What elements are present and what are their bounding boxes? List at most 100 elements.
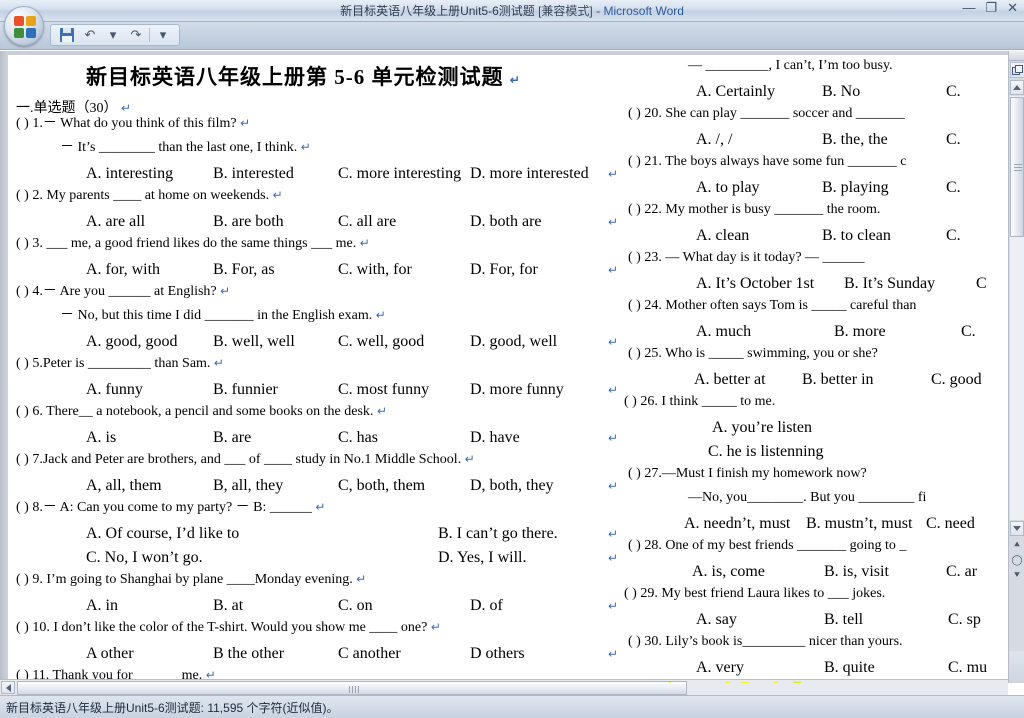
- option-item[interactable]: B. are both: [213, 213, 284, 231]
- option-item[interactable]: B. is, visit: [824, 563, 889, 581]
- option-item[interactable]: C. all are: [338, 213, 396, 231]
- option-item[interactable]: C. mu: [948, 659, 987, 677]
- option-item[interactable]: B. to clean: [822, 227, 891, 245]
- document-page[interactable]: 新目标英语八年级上册第 5-6 单元检测试题 ↵ 一.单选题（30） ↵( ) …: [8, 55, 1008, 683]
- office-button[interactable]: [4, 6, 44, 46]
- option-item[interactable]: B. tell: [824, 611, 863, 629]
- customize-quick-access-icon[interactable]: ▾: [153, 26, 173, 44]
- option-item[interactable]: D others: [470, 645, 525, 663]
- option-item[interactable]: C. on: [338, 597, 373, 615]
- option-item[interactable]: A. It’s October 1st: [696, 275, 814, 293]
- option-item[interactable]: D. Yes, I will.: [438, 549, 526, 567]
- horizontal-scroll-thumb[interactable]: [17, 681, 687, 695]
- option-item[interactable]: A. is, come: [692, 563, 765, 581]
- option-item[interactable]: B. It’s Sunday: [844, 275, 935, 293]
- option-item[interactable]: A. very: [696, 659, 744, 677]
- scroll-down-button[interactable]: [1010, 521, 1024, 536]
- browse-object-icon[interactable]: [1010, 62, 1024, 78]
- minimize-button[interactable]: —: [962, 1, 975, 15]
- option-item[interactable]: D. both are: [470, 213, 542, 231]
- option-item[interactable]: A. better at: [694, 371, 766, 389]
- option-item[interactable]: B. For, as: [213, 261, 275, 279]
- option-item[interactable]: D. more funny: [470, 381, 564, 399]
- close-button[interactable]: ✕: [1007, 1, 1018, 15]
- option-item[interactable]: C. well, good: [338, 333, 424, 351]
- option-item[interactable]: A. funny: [86, 381, 143, 399]
- option-item[interactable]: C. more interesting: [338, 165, 461, 183]
- option-item[interactable]: C another: [338, 645, 401, 663]
- option-item[interactable]: A. to play: [696, 179, 760, 197]
- option-item[interactable]: B. well, well: [213, 333, 295, 351]
- option-item[interactable]: B. the, the: [822, 131, 888, 149]
- pilcrow-icon: ↵: [240, 117, 251, 130]
- vertical-scrollbar[interactable]: ⯅ ◯ ⯆: [1008, 51, 1024, 683]
- option-item[interactable]: B, all, they: [213, 477, 283, 495]
- option-item[interactable]: B. interested: [213, 165, 294, 183]
- option-item[interactable]: B. are: [213, 429, 251, 447]
- option-item[interactable]: A. for, with: [86, 261, 160, 279]
- option-item[interactable]: D. good, well: [470, 333, 557, 351]
- option-item[interactable]: A. /, /: [696, 131, 732, 149]
- maximize-button[interactable]: ❐: [985, 1, 997, 15]
- option-item[interactable]: D. more interested: [470, 165, 589, 183]
- option-item[interactable]: C. sp: [948, 611, 981, 629]
- option-item[interactable]: C. he is listenning: [708, 443, 824, 461]
- option-item[interactable]: C. good: [931, 371, 982, 389]
- option-item[interactable]: C. has: [338, 429, 378, 447]
- option-item[interactable]: A, all, them: [86, 477, 162, 495]
- scroll-left-button[interactable]: [1, 681, 15, 694]
- option-item[interactable]: B. I can’t go there.: [438, 525, 558, 543]
- option-item[interactable]: C. No, I won’t go.: [86, 549, 203, 567]
- option-item[interactable]: A. Of course, I’d like to: [86, 525, 239, 543]
- option-item[interactable]: A other: [86, 645, 134, 663]
- option-item[interactable]: A. say: [696, 611, 737, 629]
- option-item[interactable]: D, both, they: [470, 477, 554, 495]
- option-item[interactable]: C.: [946, 83, 961, 101]
- option-row: A. is, come B. is, visit C. ar: [616, 563, 1008, 587]
- option-item[interactable]: A. is: [86, 429, 116, 447]
- option-item[interactable]: B. playing: [822, 179, 889, 197]
- option-item[interactable]: B. mustn’t, must: [806, 515, 912, 533]
- option-item[interactable]: B. funnier: [213, 381, 278, 399]
- option-item[interactable]: A. needn’t, must: [684, 515, 790, 533]
- option-item[interactable]: D. For, for: [470, 261, 538, 279]
- option-item[interactable]: A. interesting: [86, 165, 173, 183]
- horizontal-scrollbar[interactable]: [0, 679, 1008, 695]
- redo-button[interactable]: ↷: [126, 26, 146, 44]
- option-item[interactable]: B the other: [213, 645, 284, 663]
- option-item[interactable]: B. better in: [802, 371, 874, 389]
- option-item[interactable]: C. with, for: [338, 261, 412, 279]
- option-item[interactable]: C.: [946, 179, 961, 197]
- option-item[interactable]: C.: [946, 227, 961, 245]
- select-browse-object-button[interactable]: ◯: [1011, 554, 1023, 567]
- save-button[interactable]: [57, 26, 77, 44]
- option-item[interactable]: C: [976, 275, 987, 293]
- split-handle[interactable]: [1009, 51, 1024, 61]
- option-item[interactable]: A. in: [86, 597, 118, 615]
- undo-button[interactable]: ↶: [80, 26, 100, 44]
- option-item[interactable]: C.: [961, 323, 976, 341]
- option-item[interactable]: A. good, good: [86, 333, 178, 351]
- option-item[interactable]: C. most funny: [338, 381, 429, 399]
- chevron-up-icon: [1013, 85, 1021, 90]
- option-item[interactable]: A. Certainly: [696, 83, 775, 101]
- option-item[interactable]: B. quite: [824, 659, 875, 677]
- option-item[interactable]: D. have: [470, 429, 520, 447]
- option-item[interactable]: D. of: [470, 597, 503, 615]
- vertical-scroll-thumb[interactable]: [1010, 97, 1024, 237]
- option-item[interactable]: B. No: [822, 83, 860, 101]
- option-item[interactable]: C.: [946, 131, 961, 149]
- previous-page-button[interactable]: ⯅: [1011, 539, 1023, 552]
- option-item[interactable]: C. ar: [946, 563, 977, 581]
- option-item[interactable]: A. much: [696, 323, 751, 341]
- next-page-button[interactable]: ⯆: [1011, 569, 1023, 582]
- scroll-up-button[interactable]: [1010, 80, 1024, 95]
- option-item[interactable]: B. at: [213, 597, 243, 615]
- undo-dropdown-icon[interactable]: ▾: [103, 26, 123, 44]
- option-item[interactable]: C. need: [926, 515, 975, 533]
- option-item[interactable]: B. more: [834, 323, 886, 341]
- option-item[interactable]: A. you’re listen: [712, 419, 812, 437]
- option-item[interactable]: C, both, them: [338, 477, 425, 495]
- option-item[interactable]: A. clean: [696, 227, 749, 245]
- option-item[interactable]: A. are all: [86, 213, 145, 231]
